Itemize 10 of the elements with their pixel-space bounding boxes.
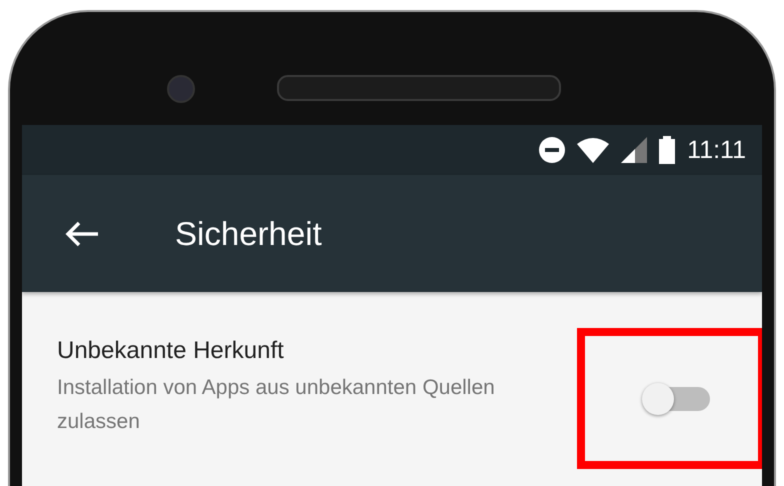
signal-icon	[621, 137, 648, 163]
setting-title: Unbekannte Herkunft	[57, 336, 285, 364]
screen-title: Sicherheit	[175, 214, 322, 252]
back-arrow-icon[interactable]	[64, 220, 100, 248]
do-not-disturb-icon	[539, 137, 566, 163]
battery-icon	[659, 136, 676, 164]
wifi-icon	[577, 137, 610, 163]
camera-icon	[167, 75, 195, 103]
clock-text: 11:11	[687, 136, 746, 164]
setting-description: Installation von Apps aus unbekannten Quellen zulassen	[57, 374, 496, 434]
